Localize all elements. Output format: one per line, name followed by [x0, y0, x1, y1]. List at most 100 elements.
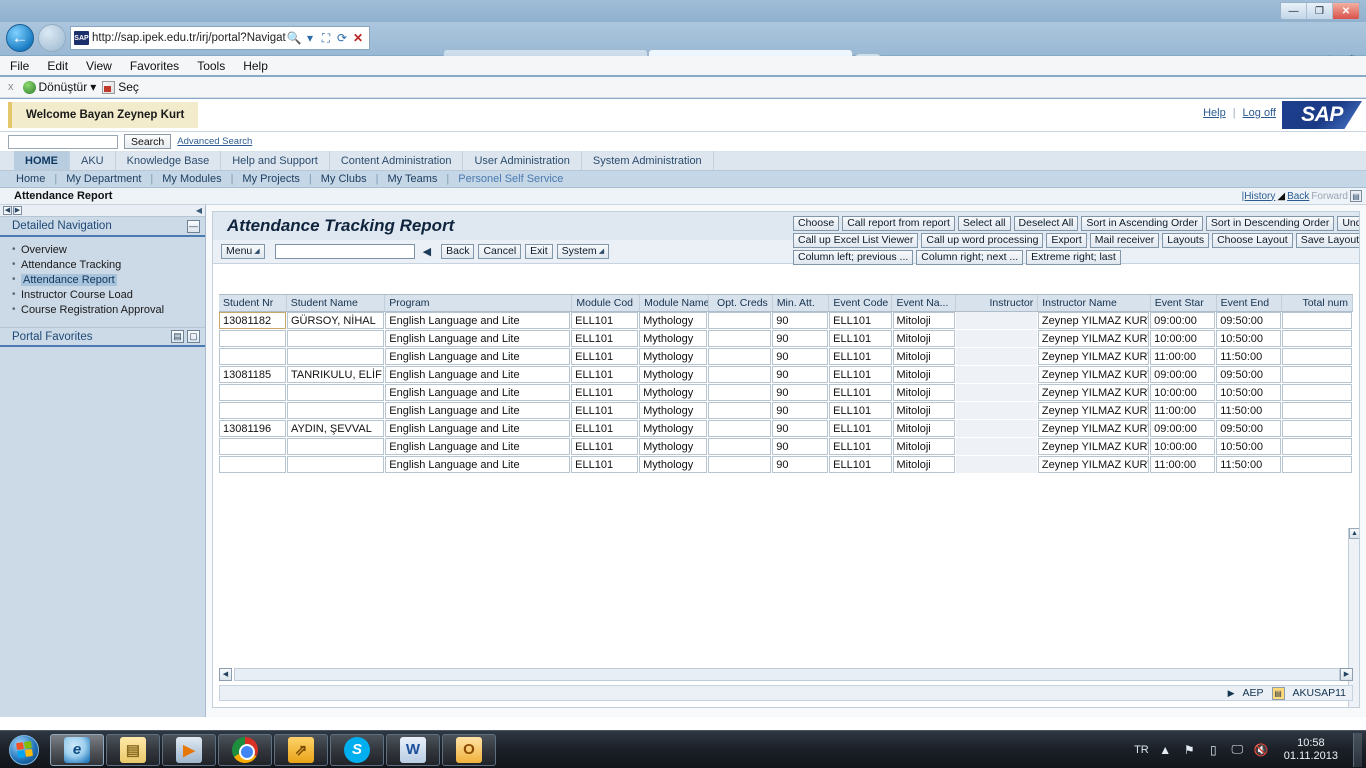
taskbar-item-media-player[interactable]: ▶: [162, 733, 216, 766]
network-warning-icon[interactable]: ⚑: [1182, 742, 1197, 757]
sort-descending-button[interactable]: Sort in Descending Order: [1205, 216, 1335, 231]
table-cell[interactable]: Mythology: [639, 312, 707, 329]
sidebar-item-course-registration-approval[interactable]: • Course Registration Approval: [0, 302, 205, 317]
table-cell[interactable]: 10:00:00: [1150, 438, 1216, 455]
table-cell[interactable]: Mitoloji: [892, 420, 955, 437]
table-cell[interactable]: 13081196: [219, 420, 286, 437]
table-cell[interactable]: [219, 348, 286, 365]
status-expand-icon[interactable]: ▶: [1228, 688, 1235, 699]
table-cell[interactable]: English Language and Lite: [385, 456, 571, 473]
table-cell[interactable]: [286, 330, 385, 347]
column-header-12[interactable]: Event End: [1217, 295, 1283, 311]
table-cell[interactable]: 10:50:00: [1216, 330, 1282, 347]
table-cell[interactable]: AYDIN, ŞEVVAL: [286, 420, 385, 437]
menu-view[interactable]: View: [86, 59, 112, 73]
table-cell[interactable]: Mythology: [639, 366, 707, 383]
table-row[interactable]: English Language and Lite ELL101 Mythology…: [219, 348, 1353, 366]
nav-tab-knowledge-base[interactable]: Knowledge Base: [116, 151, 222, 170]
save-layout-button[interactable]: Save Layout: [1295, 233, 1359, 248]
horizontal-scrollbar[interactable]: ◀ ▶: [219, 668, 1353, 681]
maximize-button[interactable]: ❐: [1307, 3, 1333, 19]
nav2-personel-self-service[interactable]: Personel Self Service: [449, 173, 572, 185]
table-cell[interactable]: Mitoloji: [892, 312, 955, 329]
panel-next-icon[interactable]: ▶: [13, 206, 22, 215]
nav-tab-content-administration[interactable]: Content Administration: [330, 151, 464, 170]
export-button[interactable]: Export: [1046, 233, 1087, 248]
table-cell[interactable]: Mythology: [639, 402, 707, 419]
table-cell[interactable]: [707, 402, 772, 419]
table-cell[interactable]: TANRIKULU, ELİF: [286, 366, 385, 383]
table-cell[interactable]: 11:00:00: [1150, 456, 1216, 473]
table-cell[interactable]: [1282, 402, 1353, 419]
panel-prev-icon[interactable]: ◀: [3, 206, 12, 215]
table-cell[interactable]: [286, 384, 385, 401]
table-cell[interactable]: ELL101: [829, 312, 892, 329]
back-link[interactable]: Back: [1287, 191, 1309, 202]
column-right-next-button[interactable]: Column right; next ...: [916, 250, 1024, 265]
sidebar-item-attendance-report[interactable]: • Attendance Report: [0, 272, 205, 287]
search-input[interactable]: [8, 134, 118, 149]
table-cell[interactable]: [286, 402, 385, 419]
undo-filter-button[interactable]: Undo filter: [1337, 216, 1359, 231]
search-button[interactable]: Search: [124, 134, 172, 149]
battery-icon[interactable]: ▯: [1206, 742, 1221, 757]
table-cell[interactable]: ELL101: [829, 456, 892, 473]
choose-layout-button[interactable]: Choose Layout: [1212, 233, 1293, 248]
taskbar-item-google-chrome[interactable]: [218, 733, 272, 766]
forward-icon[interactable]: →: [38, 24, 66, 52]
table-cell[interactable]: ELL101: [829, 366, 892, 383]
sort-ascending-button[interactable]: Sort in Ascending Order: [1081, 216, 1203, 231]
nav-tab-user-administration[interactable]: User Administration: [463, 151, 582, 170]
table-cell[interactable]: English Language and Lite: [385, 384, 571, 401]
table-row[interactable]: English Language and Lite ELL101 Mythology…: [219, 330, 1353, 348]
table-cell[interactable]: ELL101: [571, 384, 639, 401]
table-cell[interactable]: 09:00:00: [1150, 420, 1216, 437]
nav-tab-home[interactable]: HOME: [14, 151, 70, 170]
menu-edit[interactable]: Edit: [47, 59, 68, 73]
table-cell[interactable]: 90: [772, 402, 829, 419]
minimize-button[interactable]: —: [1281, 3, 1307, 19]
table-cell[interactable]: ELL101: [571, 456, 639, 473]
table-cell[interactable]: [707, 420, 772, 437]
advanced-search-link[interactable]: Advanced Search: [177, 136, 252, 147]
compatibility-icon[interactable]: ⛶: [318, 31, 334, 46]
table-cell[interactable]: 90: [772, 384, 829, 401]
table-cell[interactable]: [219, 330, 286, 347]
table-cell[interactable]: Zeynep YILMAZ KURT: [1037, 456, 1150, 473]
table-cell[interactable]: [707, 384, 772, 401]
table-row[interactable]: English Language and Lite ELL101 Mythology…: [219, 384, 1353, 402]
table-cell[interactable]: [1282, 312, 1353, 329]
column-left-previous-button[interactable]: Column left; previous ...: [793, 250, 914, 265]
table-cell[interactable]: 10:00:00: [1150, 384, 1216, 401]
show-hidden-icons-icon[interactable]: ▲: [1158, 742, 1173, 757]
column-header-1[interactable]: Student Name: [287, 295, 386, 311]
vertical-scrollbar[interactable]: ▲: [1348, 528, 1359, 707]
table-cell[interactable]: 11:50:00: [1216, 348, 1282, 365]
nav2-my-clubs[interactable]: My Clubs: [312, 173, 376, 185]
table-cell[interactable]: [707, 330, 772, 347]
column-header-13[interactable]: Total num: [1282, 295, 1353, 311]
table-cell[interactable]: [219, 438, 286, 455]
table-cell[interactable]: English Language and Lite: [385, 420, 571, 437]
help-link[interactable]: Help: [1203, 107, 1226, 119]
table-cell[interactable]: Zeynep YILMAZ KURT: [1037, 366, 1150, 383]
table-cell[interactable]: Mitoloji: [892, 438, 955, 455]
table-cell[interactable]: Zeynep YILMAZ KURT: [1037, 438, 1150, 455]
table-cell[interactable]: 11:00:00: [1150, 402, 1216, 419]
table-cell[interactable]: Mythology: [639, 348, 707, 365]
scroll-up-icon[interactable]: ▲: [1349, 528, 1359, 539]
menu-help[interactable]: Help: [243, 59, 268, 73]
command-field[interactable]: [274, 244, 415, 259]
table-cell[interactable]: [1282, 456, 1353, 473]
taskbar-item-powerpoint[interactable]: ⇗: [274, 733, 328, 766]
table-cell[interactable]: English Language and Lite: [385, 330, 571, 347]
table-cell[interactable]: ELL101: [829, 402, 892, 419]
column-header-5[interactable]: Opt. Creds: [709, 295, 773, 311]
table-row[interactable]: English Language and Lite ELL101 Mythology…: [219, 438, 1353, 456]
extreme-right-last-button[interactable]: Extreme right; last: [1026, 250, 1121, 265]
table-cell[interactable]: 11:00:00: [1150, 348, 1216, 365]
column-header-9[interactable]: Instructor: [956, 295, 1039, 311]
table-cell[interactable]: [1282, 438, 1353, 455]
layouts-button[interactable]: Layouts: [1162, 233, 1210, 248]
table-cell[interactable]: GÜRSOY, NİHAL: [286, 312, 385, 329]
